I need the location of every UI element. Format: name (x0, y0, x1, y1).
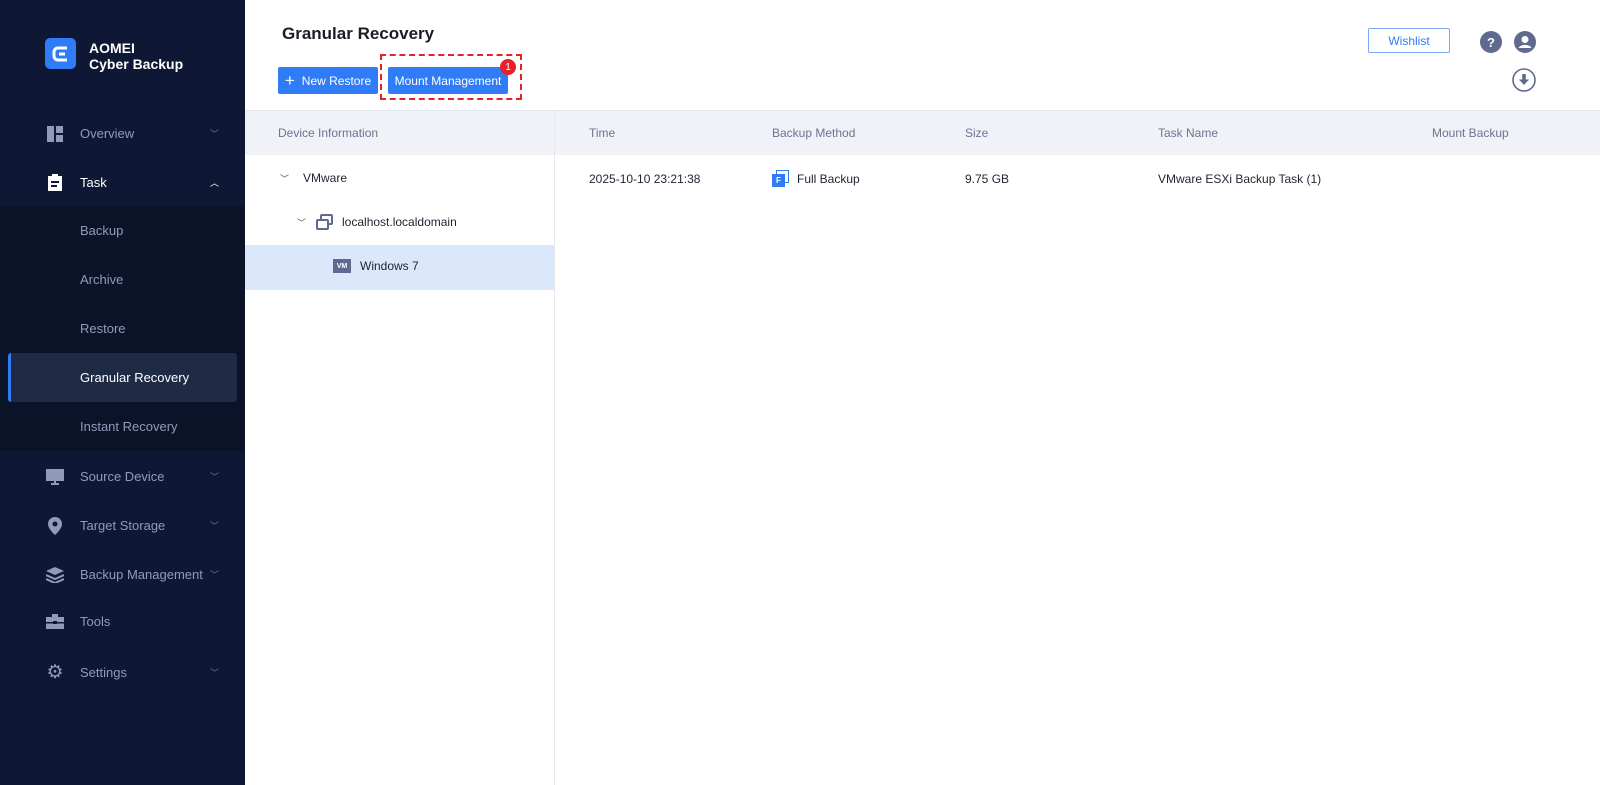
full-backup-icon: F (772, 170, 789, 187)
divider (554, 110, 555, 785)
column-mount-backup[interactable]: Mount Backup (1432, 126, 1509, 140)
sidebar-item-backup-management[interactable]: Backup Management ﹀ (0, 550, 245, 599)
sidebar-item-granular-recovery[interactable]: Granular Recovery (8, 353, 237, 402)
app-logo-icon (45, 38, 76, 69)
tree-node-vmware[interactable]: ﹀ VMware (280, 171, 347, 185)
plus-icon: + (284, 70, 295, 90)
cell-size: 9.75 GB (965, 172, 1010, 186)
sidebar-item-backup[interactable]: Backup (8, 206, 237, 255)
chevron-down-icon: ﹀ (210, 521, 220, 531)
chevron-down-icon: ﹀ (210, 668, 220, 678)
device-info-header: Device Information (278, 126, 379, 140)
sidebar-item-instant-recovery[interactable]: Instant Recovery (8, 402, 237, 451)
sidebar-item-target-storage[interactable]: Target Storage ﹀ (0, 501, 245, 550)
tree-node-host[interactable]: ﹀ localhost.localdomain (297, 214, 457, 230)
host-icon (316, 214, 334, 230)
chevron-down-icon: ﹀ (210, 129, 220, 139)
task-submenu: Backup Archive Restore Granular Recovery… (0, 206, 245, 451)
dashboard-icon (46, 125, 64, 143)
sidebar-item-restore[interactable]: Restore (8, 304, 237, 353)
mount-management-button[interactable]: Mount Management (388, 67, 508, 94)
chevron-down-icon[interactable]: ﹀ (280, 172, 289, 185)
column-time[interactable]: Time (589, 126, 615, 140)
sidebar-item-settings[interactable]: ⚙ Settings ﹀ (0, 648, 245, 697)
column-backup-method[interactable]: Backup Method (772, 126, 855, 140)
sidebar-item-source-device[interactable]: Source Device ﹀ (0, 452, 245, 501)
location-pin-icon (46, 516, 64, 535)
gear-icon: ⚙ (46, 662, 64, 683)
user-avatar-icon[interactable] (1514, 31, 1536, 53)
cell-method: F Full Backup (772, 170, 860, 187)
vm-icon: VM (333, 259, 351, 273)
sidebar-item-tools[interactable]: Tools (0, 597, 245, 646)
sidebar-item-overview[interactable]: Overview ﹀ (0, 109, 245, 158)
wishlist-button[interactable]: Wishlist (1368, 28, 1450, 53)
chevron-down-icon: ﹀ (210, 472, 220, 482)
download-icon[interactable] (1512, 68, 1536, 92)
column-task-name[interactable]: Task Name (1158, 126, 1218, 140)
new-restore-button[interactable]: + New Restore (278, 67, 378, 94)
help-icon[interactable]: ? (1480, 31, 1502, 53)
table-header (245, 110, 1600, 155)
chevron-up-icon: ︿ (210, 178, 220, 188)
sidebar: AOMEI Cyber Backup Overview ﹀ Task ︿ Backup… (0, 0, 245, 785)
toolbox-icon (46, 613, 64, 631)
notification-badge: 1 (500, 59, 516, 75)
cell-time: 2025-10-10 23:21:38 (589, 172, 701, 186)
monitor-icon (46, 468, 64, 486)
chevron-down-icon[interactable]: ﹀ (297, 216, 306, 229)
sidebar-item-archive[interactable]: Archive (8, 255, 237, 304)
sidebar-item-task[interactable]: Task ︿ (0, 158, 245, 207)
clipboard-icon (46, 174, 64, 192)
app-name: AOMEI Cyber Backup (89, 40, 184, 72)
tree-node-windows7[interactable]: VM Windows 7 (333, 259, 419, 273)
layers-icon (46, 566, 64, 584)
column-size[interactable]: Size (965, 126, 988, 140)
page-title: Granular Recovery (282, 24, 435, 43)
cell-task-name: VMware ESXi Backup Task (1) (1158, 172, 1322, 186)
chevron-down-icon: ﹀ (210, 570, 220, 580)
